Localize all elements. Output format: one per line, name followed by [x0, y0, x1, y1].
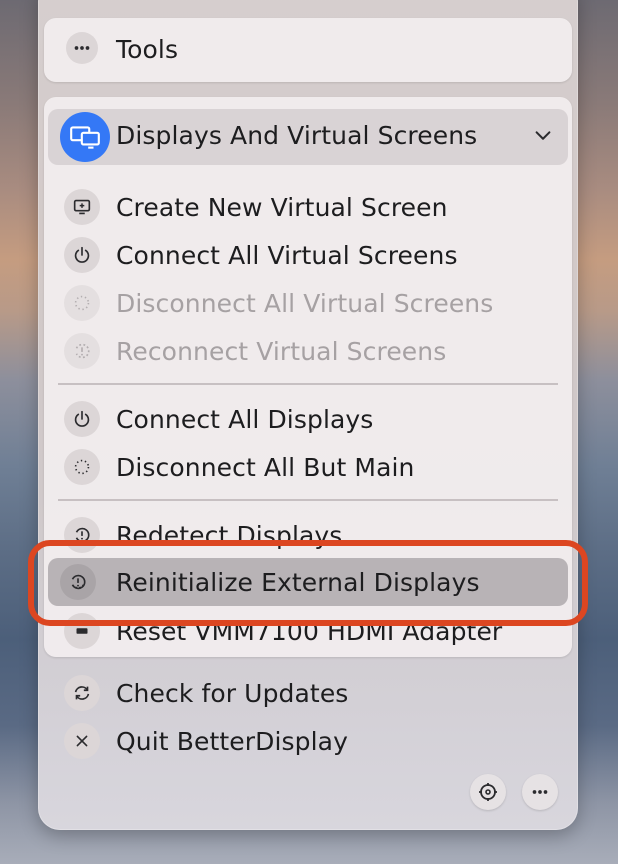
dotted-circle-icon [64, 449, 100, 485]
ellipsis-icon [532, 790, 548, 794]
dotted-circle-icon [64, 285, 100, 321]
refresh-icon [64, 675, 100, 711]
chevron-down-icon[interactable] [532, 125, 554, 147]
close-icon [64, 723, 100, 759]
menu-item-label: Connect All Virtual Screens [116, 240, 458, 270]
menu-item-create-virtual-screen[interactable]: Create New Virtual Screen [44, 183, 572, 231]
divider [58, 383, 558, 385]
reconnect-icon [64, 333, 100, 369]
menu-item-connect-all-displays[interactable]: Connect All Displays [44, 395, 572, 443]
menu-item-label: Disconnect All But Main [116, 452, 415, 482]
displays-icon [60, 112, 110, 162]
tools-label: Tools [116, 35, 179, 64]
menu-item-label: Create New Virtual Screen [116, 192, 448, 222]
ellipsis-icon [66, 32, 98, 64]
menu-item-check-updates[interactable]: Check for Updates [44, 669, 572, 717]
menu-item-label: Quit BetterDisplay [116, 726, 348, 756]
tools-row[interactable]: Tools [44, 18, 572, 82]
settings-button[interactable] [470, 774, 506, 810]
virtual-screen-plus-icon [64, 189, 100, 225]
menu-item-disconnect-virtual-screens: Disconnect All Virtual Screens [44, 279, 572, 327]
power-icon [64, 237, 100, 273]
menu-item-disconnect-all-but-main[interactable]: Disconnect All But Main [44, 443, 572, 491]
highlight-annotation [28, 540, 588, 626]
divider [58, 499, 558, 501]
menu-item-connect-virtual-screens[interactable]: Connect All Virtual Screens [44, 231, 572, 279]
section-header[interactable]: Displays And Virtual Screens [48, 109, 568, 165]
menu-item-reconnect-virtual-screens: Reconnect Virtual Screens [44, 327, 572, 375]
menu-item-label: Check for Updates [116, 678, 349, 708]
menu-item-label: Connect All Displays [116, 404, 374, 434]
power-icon [64, 401, 100, 437]
gear-icon [479, 783, 497, 801]
menu-item-quit[interactable]: Quit BetterDisplay [44, 717, 572, 765]
section-title: Displays And Virtual Screens [116, 121, 478, 150]
menu-item-label: Disconnect All Virtual Screens [116, 288, 494, 318]
menu-item-label: Reconnect Virtual Screens [116, 336, 447, 366]
more-button[interactable] [522, 774, 558, 810]
